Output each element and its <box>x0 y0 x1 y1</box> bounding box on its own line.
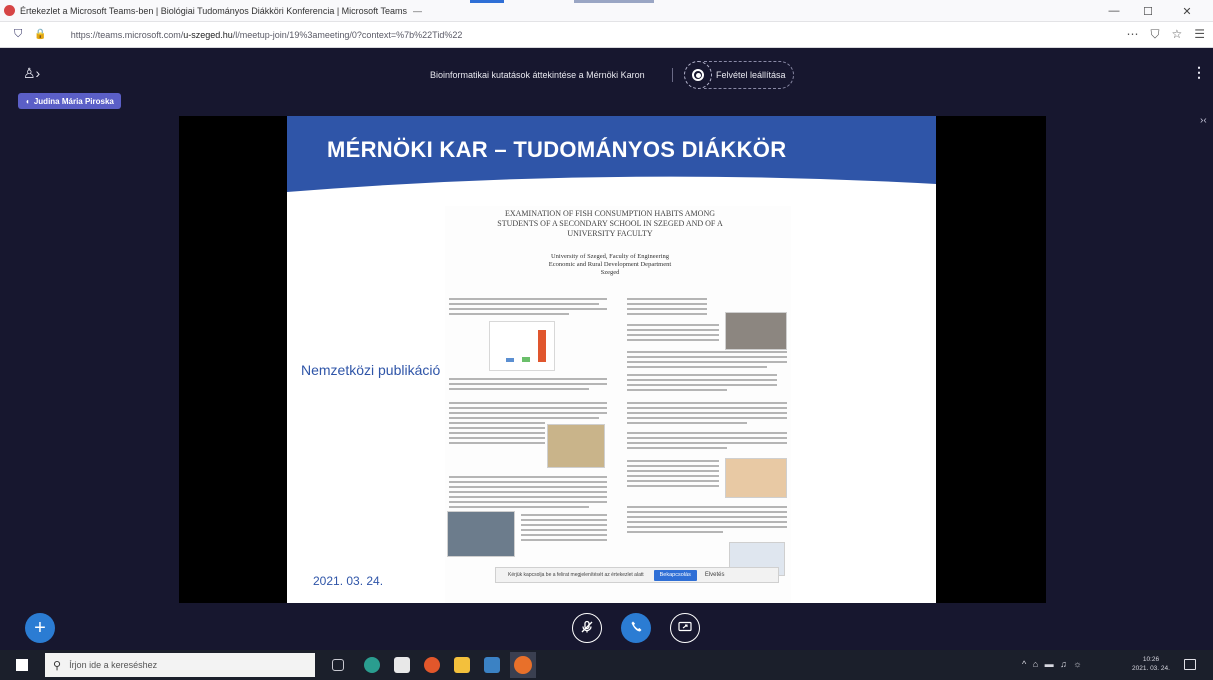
more-icon[interactable]: ⋯ <box>1126 27 1138 42</box>
taskbar-clock[interactable]: 10:26 2021. 03. 24. <box>1132 655 1170 673</box>
clock-date: 2021. 03. 24. <box>1132 665 1170 672</box>
edge-icon[interactable] <box>364 657 380 673</box>
poster-bar-chart <box>489 321 555 371</box>
search-placeholder[interactable]: Írjon ide a kereséshez <box>69 660 157 670</box>
recording-icon[interactable] <box>684 61 712 89</box>
microphone-off-icon <box>580 620 594 637</box>
tab-accent <box>470 0 504 3</box>
stop-recording-label[interactable]: Felvétel leállítása <box>716 70 786 80</box>
firefox-task-highlight[interactable] <box>510 652 536 678</box>
slide-side-label: Nemzetközi publikáció <box>301 362 441 378</box>
poster-people-photo <box>447 511 515 557</box>
notifications-icon[interactable] <box>1184 659 1196 670</box>
search-icon: ⚲ <box>53 659 62 672</box>
windows-start-icon[interactable] <box>16 659 28 671</box>
poster-image: EXAMINATION OF FISH CONSUMPTION HABITS A… <box>445 206 791 603</box>
file-explorer-icon[interactable] <box>454 657 470 673</box>
caption-enable-button[interactable]: Bekapcsolás <box>653 569 697 581</box>
screen: Értekezlet a Microsoft Teams-ben | Bioló… <box>0 0 1213 680</box>
presentation-slide: MÉRNÖKI KAR – TUDOMÁNYOS DIÁKKÖR Nemzetk… <box>287 116 936 603</box>
firefox-icon <box>514 656 532 674</box>
task-view-icon[interactable] <box>332 659 344 671</box>
clock-time: 10:26 <box>1142 656 1160 663</box>
close-window-button[interactable]: ✕ <box>1170 0 1204 22</box>
system-tray-icons[interactable]: ^ ⌂ ▬ ♫ ☼ <box>1022 659 1084 669</box>
more-options-icon[interactable]: ⋮ <box>1192 64 1206 81</box>
caption-notice-bar: Kérjük kapcsolja be a felirat megjelenít… <box>495 567 779 583</box>
poster-child-photo <box>725 458 787 498</box>
store-icon[interactable] <box>394 657 410 673</box>
taskbar-search[interactable]: ⚲ Írjon ide a kereséshez <box>45 653 315 677</box>
teams-favicon-icon <box>4 5 15 16</box>
presenter-badge: ◖ Judina Mária Piroska <box>18 93 121 109</box>
office-icon[interactable] <box>424 657 440 673</box>
presenter-icon: ◖ <box>25 96 30 106</box>
share-screen-icon <box>678 621 692 636</box>
caption-notice-text: Kérjük kapcsolja be a felirat megjelenít… <box>508 572 644 578</box>
slide-title: MÉRNÖKI KAR – TUDOMÁNYOS DIÁKKÖR <box>327 137 787 162</box>
windows-taskbar: ⚲ Írjon ide a kereséshez ^ ⌂ ▬ ♫ ☼ 10:26… <box>0 650 1213 680</box>
tab-accent <box>574 0 654 3</box>
caption-dismiss-button[interactable]: Elvetés <box>705 572 725 578</box>
share-screen-button[interactable] <box>670 613 700 643</box>
menu-icon[interactable]: ☰ <box>1194 27 1205 42</box>
lock-icon[interactable]: 🔒 <box>34 29 46 40</box>
tab-title[interactable]: Értekezlet a Microsoft Teams-ben | Bioló… <box>20 6 407 16</box>
browser-title-bar: Értekezlet a Microsoft Teams-ben | Bioló… <box>0 0 1213 22</box>
address-bar: ⛉ 🔒 https://teams.microsoft.com/u-szeged… <box>0 22 1213 48</box>
mail-icon[interactable] <box>484 657 500 673</box>
meeting-window: ♙› Bioinformatikai kutatások áttekintése… <box>0 48 1213 650</box>
shared-content-stage: MÉRNÖKI KAR – TUDOMÁNYOS DIÁKKÖR Nemzetk… <box>179 116 1046 603</box>
mic-toggle-button[interactable] <box>572 613 602 643</box>
maximize-button[interactable]: ☐ <box>1131 0 1165 22</box>
hang-up-button[interactable] <box>621 613 651 643</box>
presenter-name: Judina Mária Piroska <box>33 96 114 106</box>
tab-close-icon[interactable]: — <box>413 6 422 16</box>
expand-icon[interactable]: ›‹ <box>1200 115 1207 126</box>
participants-icon[interactable]: ♙› <box>23 65 40 82</box>
meeting-title: Bioinformatikai kutatások áttekintése a … <box>430 70 645 80</box>
url-field[interactable]: https://teams.microsoft.com/u-szeged.hu/… <box>71 30 463 40</box>
poster-fish-photo <box>547 424 605 468</box>
slide-date: 2021. 03. 24. <box>313 574 384 588</box>
add-button[interactable]: + <box>25 613 55 643</box>
star-icon[interactable]: ☆ <box>1171 27 1182 42</box>
poster-title: EXAMINATION OF FISH CONSUMPTION HABITS A… <box>497 209 723 238</box>
phone-icon <box>630 620 643 636</box>
tracking-shield-icon[interactable]: ⛉ <box>14 28 22 41</box>
poster-affiliation: University of Szeged, Faculty of Enginee… <box>548 253 672 276</box>
poster-crowd-photo <box>725 312 787 350</box>
pocket-icon[interactable]: ⛉ <box>1150 27 1159 42</box>
header-divider <box>672 68 673 82</box>
minimize-button[interactable]: — <box>1097 0 1131 22</box>
